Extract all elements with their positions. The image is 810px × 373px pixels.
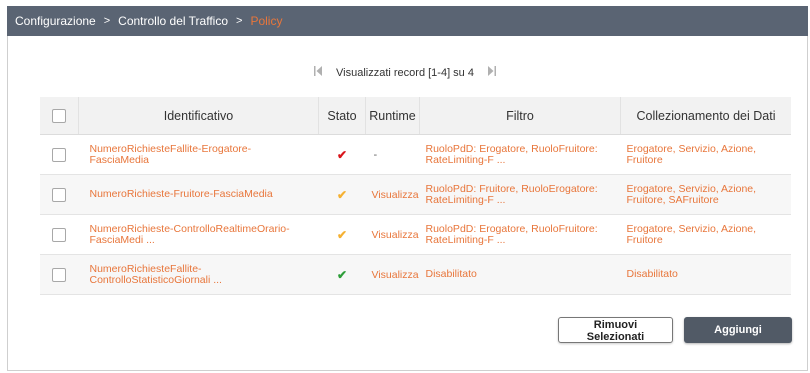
table-row: NumeroRichieste-Fruitore-FasciaMedia ✔ V… [40,174,792,215]
check-icon: ✔ [336,267,348,282]
collezionamento-link[interactable]: Erogatore, Servizio, Azione, Fruitore, SA… [627,183,792,206]
filtro-cell: Disabilitato [419,254,621,295]
filtro-link[interactable]: Disabilitato [426,269,621,280]
row-select-cell [40,214,79,255]
filtro-link[interactable]: RuoloPdD: Erogatore, RuoloFruitore: RateL… [426,223,621,246]
visualizza-link[interactable]: Visualizza [366,189,419,201]
policy-link[interactable]: NumeroRichieste-ControlloRealtimeOrario-… [90,223,319,246]
collezionamento-cell: Erogatore, Servizio, Azione, Fruitore [620,134,792,175]
identificativo-cell: NumeroRichieste-ControlloRealtimeOrario-… [78,214,319,255]
col-runtime: Runtime [365,97,420,135]
row-checkbox[interactable] [52,147,67,162]
runtime-value: - [373,148,378,161]
col-stato: Stato [318,97,366,135]
table-header-row: Identificativo Stato Runtime Filtro Coll… [40,97,791,135]
table-row: NumeroRichiesteFallite- ControlloStatisti… [40,254,792,295]
breadcrumb-item-controllo-traffico[interactable]: Controllo del Traffico [118,14,228,28]
visualizza-link[interactable]: Visualizza [366,229,419,241]
filtro-link[interactable]: RuoloPdD: Fruitore, RuoloErogatore: RateL… [426,183,621,206]
collezionamento-cell: Erogatore, Servizio, Azione, Fruitore, SA… [620,174,792,215]
stato-cell: ✔ [318,134,366,175]
stato-cell: ✔ [318,254,366,295]
policy-link[interactable]: NumeroRichiesteFallite-Erogatore- FasciaM… [90,143,319,166]
filtro-cell: RuoloPdD: Fruitore, RuoloErogatore: RateL… [419,174,621,215]
row-select-cell [40,134,79,175]
runtime-cell: - [365,134,420,175]
visualizza-link[interactable]: Visualizza [366,269,419,281]
collezionamento-cell: Disabilitato [620,254,792,295]
filtro-link[interactable]: RuoloPdD: Erogatore, RuoloFruitore: RateL… [426,143,621,166]
row-select-cell [40,254,79,295]
runtime-cell: Visualizza [365,174,420,215]
col-collezionamento: Collezionamento dei Dati [620,97,791,135]
remove-selected-button[interactable]: Rimuovi Selezionati [558,317,673,343]
check-icon: ✔ [336,187,348,202]
col-filtro: Filtro [419,97,621,135]
pager-label: Visualizzati record [1-4] su 4 [336,66,474,79]
runtime-cell: Visualizza [365,214,420,255]
table-row: NumeroRichieste-ControlloRealtimeOrario-… [40,214,792,255]
collezionamento-link[interactable]: Erogatore, Servizio, Azione, Fruitore [627,223,792,246]
stato-cell: ✔ [318,174,366,215]
select-all-header [40,97,79,135]
last-page-icon[interactable] [487,66,496,79]
collezionamento-cell: Erogatore, Servizio, Azione, Fruitore [620,214,792,255]
first-page-icon[interactable] [314,66,322,79]
identificativo-cell: NumeroRichiesteFallite- ControlloStatisti… [78,254,319,295]
add-button[interactable]: Aggiungi [684,317,792,343]
chevron-right-icon: > [103,15,111,27]
row-checkbox[interactable] [52,227,67,242]
breadcrumb-item-configurazione[interactable]: Configurazione [15,14,96,28]
row-select-cell [40,174,79,215]
policy-link[interactable]: NumeroRichieste-Fruitore-FasciaMedia [90,189,319,200]
collezionamento-link[interactable]: Disabilitato [627,269,792,280]
stato-cell: ✔ [318,214,366,255]
pager: Visualizzati record [1-4] su 4 [0,66,810,79]
col-identificativo: Identificativo [78,97,319,135]
chevron-right-icon: > [236,15,243,27]
check-icon: ✔ [336,227,348,242]
identificativo-cell: NumeroRichiesteFallite-Erogatore- FasciaM… [78,134,319,175]
identificativo-cell: NumeroRichieste-Fruitore-FasciaMedia [78,174,319,215]
policy-table: Identificativo Stato Runtime Filtro Coll… [40,97,791,295]
row-checkbox[interactable] [52,267,67,282]
breadcrumb-item-policy: Policy [250,14,283,28]
table-row: NumeroRichiesteFallite-Erogatore- FasciaM… [40,134,792,175]
filtro-cell: RuoloPdD: Erogatore, RuoloFruitore: RateL… [419,134,621,175]
collezionamento-link[interactable]: Erogatore, Servizio, Azione, Fruitore [627,143,792,166]
runtime-cell: Visualizza [365,254,420,295]
policy-link[interactable]: NumeroRichiesteFallite- ControlloStatisti… [90,263,319,286]
breadcrumb: Configurazione > Controllo del Traffico … [7,6,808,36]
filtro-cell: RuoloPdD: Erogatore, RuoloFruitore: RateL… [419,214,621,255]
select-all-checkbox[interactable] [52,108,66,123]
row-checkbox[interactable] [52,187,67,202]
check-icon: ✔ [336,147,348,162]
